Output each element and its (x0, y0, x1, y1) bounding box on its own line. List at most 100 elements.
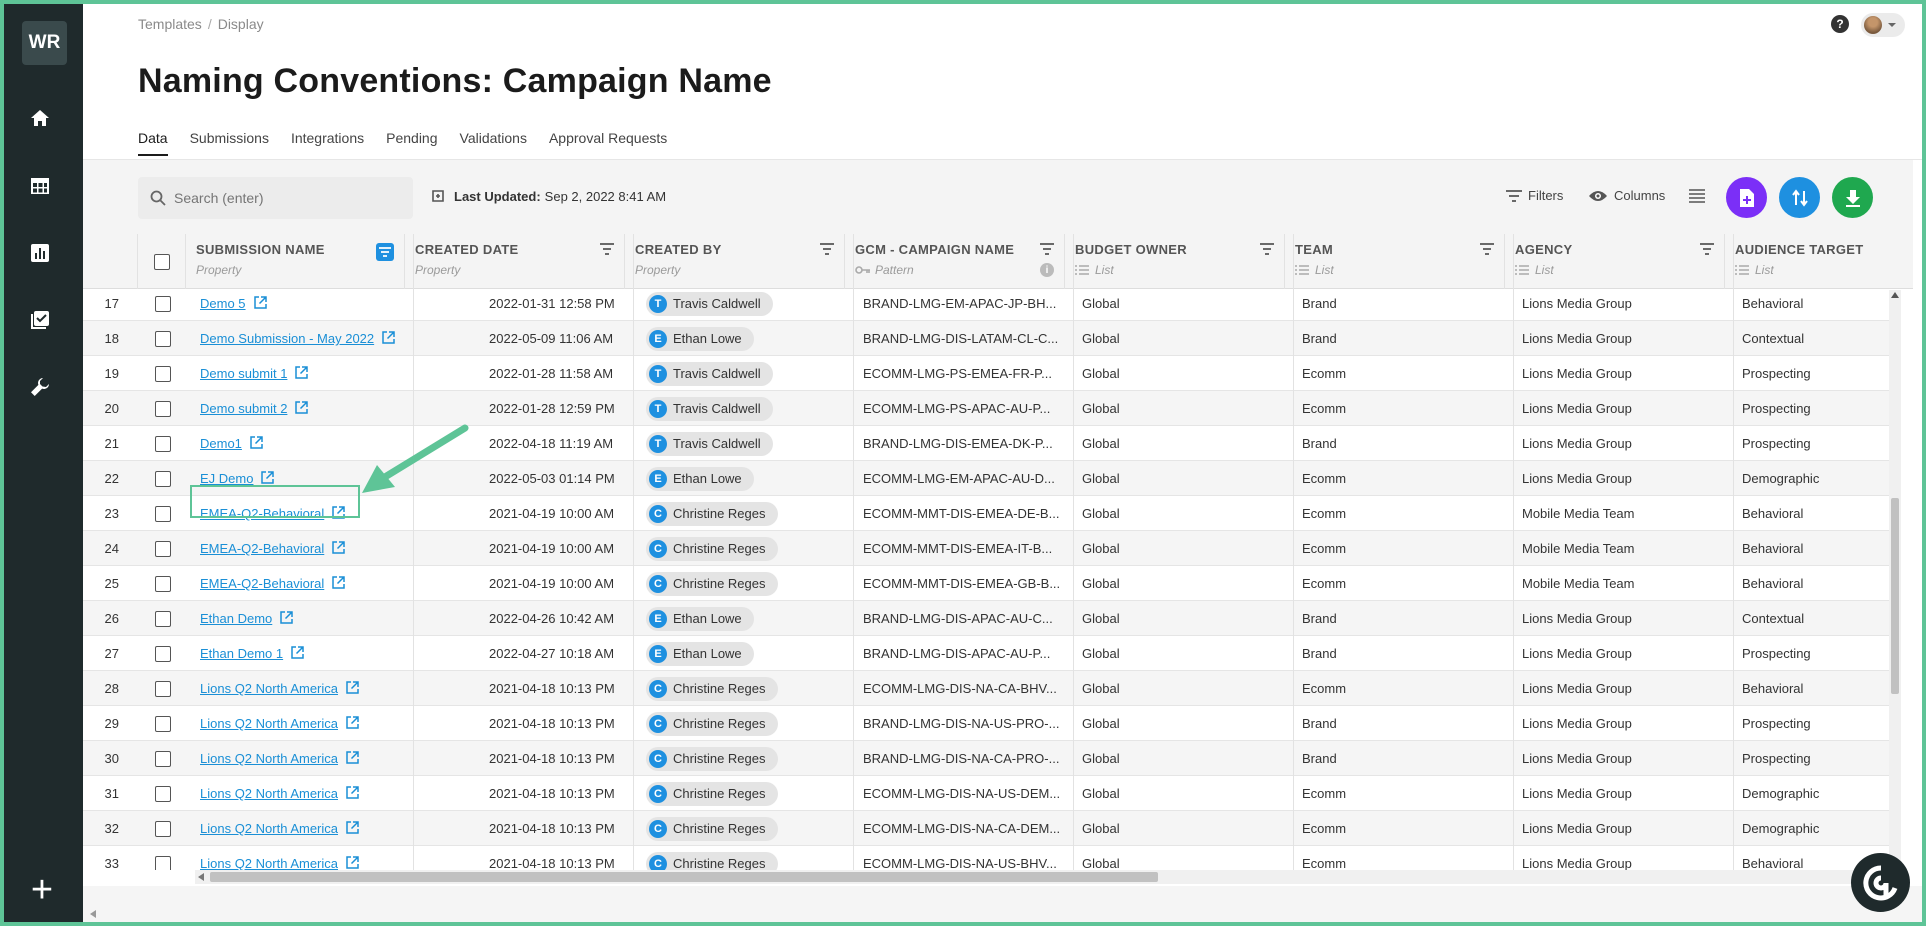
submission-link[interactable]: Lions Q2 North America (200, 821, 338, 836)
submission-link[interactable]: Lions Q2 North America (200, 716, 338, 731)
tab-submissions[interactable]: Submissions (190, 130, 269, 156)
filter-icon[interactable] (1700, 243, 1714, 255)
submission-link[interactable]: Demo1 (200, 436, 242, 451)
user-chip[interactable]: T Travis Caldwell (646, 431, 773, 456)
row-checkbox[interactable] (155, 610, 171, 627)
tab-integrations[interactable]: Integrations (291, 130, 364, 156)
page-scroll-left-icon[interactable] (90, 910, 96, 918)
submission-link[interactable]: Lions Q2 North America (200, 856, 338, 870)
help-icon[interactable]: ? (1831, 15, 1849, 33)
user-chip[interactable]: C Christine Reges (646, 536, 778, 561)
table-row[interactable]: 31 Lions Q2 North America 2021-04-18 10:13… (83, 776, 1889, 811)
table-row[interactable]: 19 Demo submit 1 2022-01-28 11:58 AM T Travi… (83, 356, 1889, 391)
row-checkbox[interactable] (155, 435, 171, 452)
table-icon[interactable] (26, 172, 54, 200)
table-row[interactable]: 29 Lions Q2 North America 2021-04-18 10:13… (83, 706, 1889, 741)
chat-widget-button[interactable] (1851, 853, 1910, 912)
submission-link[interactable]: Lions Q2 North America (200, 681, 338, 696)
wrench-icon[interactable] (26, 373, 54, 401)
row-checkbox[interactable] (155, 470, 171, 487)
user-chip[interactable]: C Christine Reges (646, 676, 778, 701)
breadcrumb-display[interactable]: Display (218, 16, 264, 32)
submission-link[interactable]: EMEA-Q2-Behavioral (200, 576, 324, 591)
external-link-icon[interactable] (242, 435, 263, 452)
user-chip[interactable]: E Ethan Lowe (646, 466, 754, 491)
submission-link[interactable]: Demo submit 1 (200, 366, 287, 381)
submission-link[interactable]: Demo Submission - May 2022 (200, 331, 374, 346)
vertical-scroll-thumb[interactable] (1891, 498, 1899, 694)
user-chip[interactable]: E Ethan Lowe (646, 326, 754, 351)
external-link-icon[interactable] (374, 330, 395, 347)
external-link-icon[interactable] (338, 680, 359, 697)
filter-icon[interactable] (1260, 243, 1274, 255)
user-menu[interactable] (1861, 13, 1905, 37)
table-row[interactable]: 32 Lions Q2 North America 2021-04-18 10:13… (83, 811, 1889, 846)
table-row[interactable]: 26 Ethan Demo 2022-04-26 10:42 AM E Ethan Lo… (83, 601, 1889, 636)
user-chip[interactable]: C Christine Reges (646, 746, 778, 771)
select-all-checkbox[interactable] (153, 253, 170, 270)
submission-link[interactable]: Ethan Demo 1 (200, 646, 283, 661)
row-checkbox[interactable] (155, 365, 171, 382)
row-checkbox[interactable] (155, 680, 171, 697)
search-input[interactable]: Search (enter) (174, 190, 263, 206)
external-link-icon[interactable] (283, 645, 304, 662)
submission-link[interactable]: Demo submit 2 (200, 401, 287, 416)
user-chip[interactable]: C Christine Reges (646, 711, 778, 736)
external-link-icon[interactable] (324, 540, 346, 557)
search-box[interactable]: Search (enter) (138, 177, 413, 219)
user-chip[interactable]: T Travis Caldwell (646, 361, 773, 386)
row-checkbox[interactable] (155, 785, 171, 802)
row-checkbox[interactable] (155, 400, 171, 417)
table-row[interactable]: 17 Demo 5 2022-01-31 12:58 PM T Travis Caldw… (83, 290, 1889, 321)
filter-icon[interactable] (820, 243, 834, 255)
external-link-icon[interactable] (338, 820, 359, 837)
table-row[interactable]: 33 Lions Q2 North America 2021-04-18 10:13… (83, 846, 1889, 870)
external-link-icon[interactable] (324, 575, 346, 592)
density-menu-icon[interactable] (1689, 189, 1705, 203)
user-chip[interactable]: E Ethan Lowe (646, 641, 754, 666)
external-link-icon[interactable] (338, 750, 359, 767)
user-chip[interactable]: T Travis Caldwell (646, 291, 773, 316)
external-link-icon[interactable] (287, 365, 309, 382)
row-checkbox[interactable] (155, 505, 171, 522)
table-row[interactable]: 25 EMEA-Q2-Behavioral 2021-04-19 10:00 AM C… (83, 566, 1889, 601)
submission-link[interactable]: EJ Demo (200, 471, 253, 486)
user-chip[interactable]: T Travis Caldwell (646, 396, 773, 421)
horizontal-scroll-thumb[interactable] (210, 872, 1158, 882)
user-chip[interactable]: C Christine Reges (646, 816, 778, 841)
user-chip[interactable]: C Christine Reges (646, 851, 778, 870)
user-chip[interactable]: C Christine Reges (646, 781, 778, 806)
table-row[interactable]: 27 Ethan Demo 1 2022-04-27 10:18 AM E Ethan … (83, 636, 1889, 671)
app-logo[interactable]: WR (22, 21, 67, 65)
header-audience-target[interactable]: AUDIENCE TARGET List (1725, 234, 1913, 289)
submission-link[interactable]: Lions Q2 North America (200, 751, 338, 766)
row-checkbox[interactable] (155, 715, 171, 732)
table-row[interactable]: 24 EMEA-Q2-Behavioral 2021-04-19 10:00 AM C… (83, 531, 1889, 566)
submission-link[interactable]: Ethan Demo (200, 611, 272, 626)
external-link-icon[interactable] (338, 785, 359, 802)
scroll-left-icon[interactable] (198, 873, 204, 881)
row-checkbox[interactable] (155, 540, 171, 557)
tab-data[interactable]: Data (138, 130, 168, 156)
home-icon[interactable] (26, 104, 54, 132)
header-gcm-campaign-name[interactable]: GCM - CAMPAIGN NAME Pattern i (845, 234, 1065, 289)
external-link-icon[interactable] (338, 855, 359, 871)
table-row[interactable]: 30 Lions Q2 North America 2021-04-18 10:13… (83, 741, 1889, 776)
external-link-icon[interactable] (338, 715, 359, 732)
submission-link[interactable]: Demo 5 (200, 296, 246, 311)
submission-link[interactable]: Lions Q2 North America (200, 786, 338, 801)
table-row[interactable]: 28 Lions Q2 North America 2021-04-18 10:13… (83, 671, 1889, 706)
header-submission-name[interactable]: SUBMISSION NAME Property (186, 234, 405, 289)
row-checkbox[interactable] (155, 820, 171, 837)
filter-icon[interactable] (1040, 243, 1054, 255)
row-checkbox[interactable] (155, 855, 171, 870)
header-budget-owner[interactable]: BUDGET OWNER List (1065, 234, 1285, 289)
breadcrumb-templates[interactable]: Templates (138, 16, 202, 32)
filter-icon[interactable] (600, 243, 614, 255)
tab-validations[interactable]: Validations (460, 130, 527, 156)
download-button[interactable] (1832, 177, 1873, 218)
row-checkbox[interactable] (155, 295, 171, 312)
tab-pending[interactable]: Pending (386, 130, 437, 156)
row-checkbox[interactable] (155, 645, 171, 662)
info-icon[interactable]: i (1040, 263, 1054, 277)
